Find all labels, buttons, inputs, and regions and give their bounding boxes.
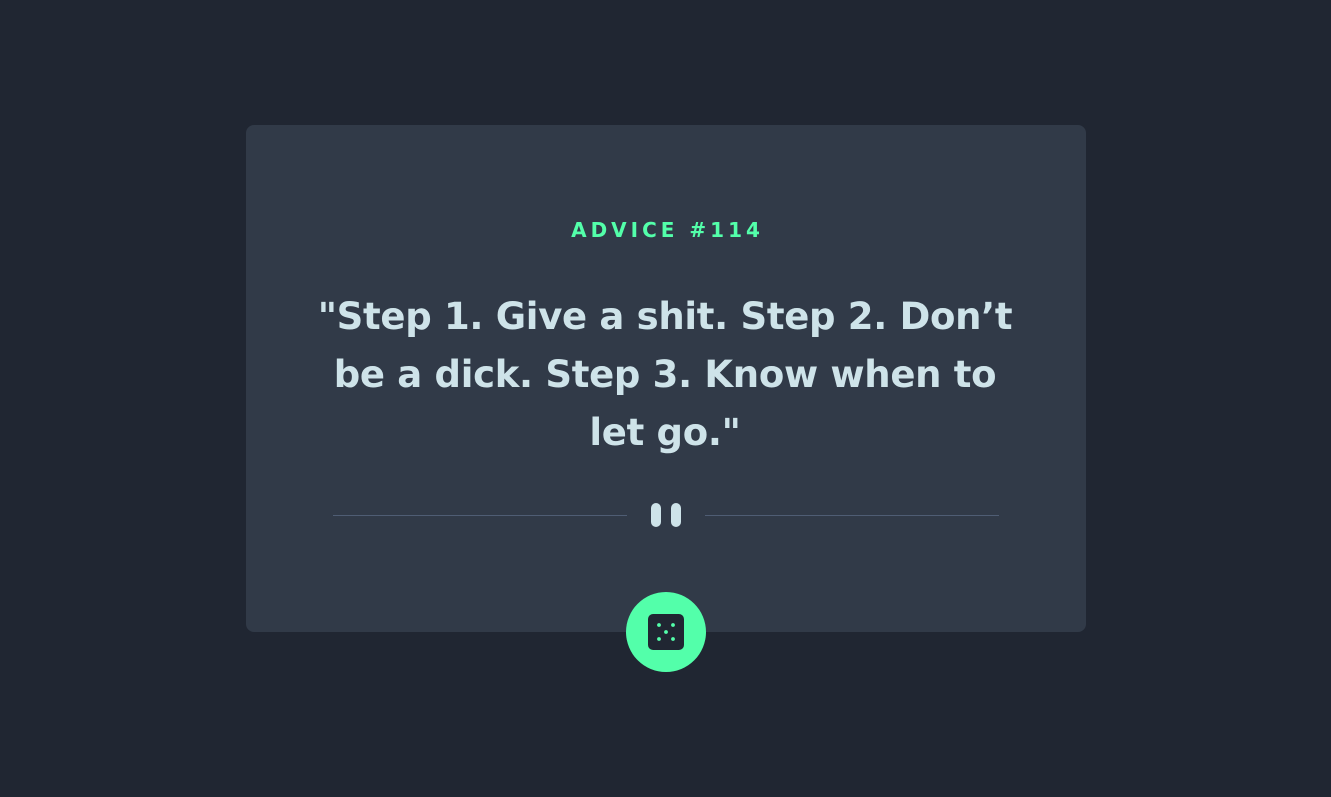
- divider-line-left: [333, 515, 627, 516]
- advice-quote: "Step 1. Give a shit. Step 2. Don’t be a…: [317, 295, 1013, 454]
- new-advice-button[interactable]: [626, 592, 706, 672]
- dice-icon: [648, 614, 684, 650]
- pause-icon: [651, 502, 681, 528]
- divider-line-right: [705, 515, 999, 516]
- advice-id-heading: ADVICE #114: [571, 218, 764, 242]
- pattern-divider: [333, 502, 999, 528]
